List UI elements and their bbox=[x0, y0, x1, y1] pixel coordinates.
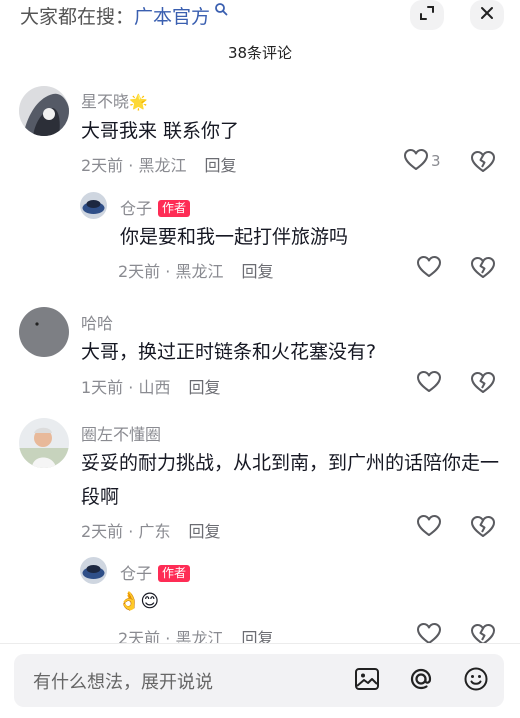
comment-location: 广东 bbox=[138, 522, 171, 541]
comment-location: 山西 bbox=[138, 378, 171, 397]
comment-time: 2天前 bbox=[81, 156, 124, 175]
star-emoji: 🌟 bbox=[129, 93, 148, 111]
avatar[interactable] bbox=[19, 418, 69, 468]
comment-text: 大哥我来 联系你了 bbox=[81, 120, 240, 142]
avatar[interactable] bbox=[80, 192, 107, 219]
avatar[interactable] bbox=[19, 307, 69, 357]
comment-author[interactable]: 仓子 作者 bbox=[120, 560, 191, 584]
comment-author[interactable]: 哈哈 bbox=[81, 310, 113, 334]
close-button[interactable] bbox=[470, 0, 504, 30]
search-keyword[interactable]: 广本官方 bbox=[134, 6, 210, 28]
dislike-button[interactable] bbox=[470, 256, 496, 282]
reply-button[interactable]: 回复 bbox=[241, 262, 273, 281]
heart-icon bbox=[403, 148, 429, 176]
comment-text: 👌😊 bbox=[118, 591, 160, 612]
dislike-button[interactable] bbox=[470, 150, 496, 176]
comment-location: 黑龙江 bbox=[138, 156, 187, 175]
comment-input-placeholder: 有什么想法，展开说说 bbox=[33, 672, 213, 693]
reply-button[interactable]: 回复 bbox=[204, 156, 236, 175]
emoji-button[interactable] bbox=[461, 666, 491, 696]
dislike-button[interactable] bbox=[470, 371, 496, 397]
image-icon bbox=[354, 667, 380, 695]
search-suggestion[interactable]: 大家都在搜：广本官方 bbox=[20, 2, 228, 29]
dislike-button[interactable] bbox=[470, 515, 496, 541]
comment-meta: 2天前 · 黑龙江 回复 bbox=[118, 262, 274, 281]
avatar[interactable] bbox=[80, 557, 107, 584]
top-bar: 大家都在搜：广本官方 bbox=[0, 0, 520, 32]
comment-author[interactable]: 仓子 作者 bbox=[120, 195, 191, 219]
broken-heart-icon bbox=[470, 151, 496, 178]
like-button[interactable] bbox=[416, 371, 446, 397]
reply-button[interactable]: 回复 bbox=[188, 378, 220, 397]
heart-icon bbox=[416, 370, 442, 398]
image-button[interactable] bbox=[352, 666, 382, 696]
comment-location: 黑龙江 bbox=[175, 262, 224, 281]
comment-input[interactable]: 有什么想法，展开说说 bbox=[14, 654, 504, 707]
expand-button[interactable] bbox=[410, 0, 444, 30]
like-button[interactable] bbox=[403, 149, 433, 175]
smile-icon bbox=[463, 666, 489, 696]
heart-icon bbox=[416, 255, 442, 283]
broken-heart-icon bbox=[470, 372, 496, 399]
comment-count: 38条评论 bbox=[227, 44, 293, 62]
comment-text: 大哥，换过正时链条和火花塞没有? bbox=[81, 341, 377, 363]
expand-icon bbox=[418, 4, 436, 26]
comment-input-bar: 有什么想法，展开说说 bbox=[0, 643, 520, 718]
comment-time: 2天前 bbox=[118, 262, 161, 281]
comment-author[interactable]: 圈左不懂圈 bbox=[81, 421, 161, 445]
search-icon bbox=[210, 3, 228, 20]
reply-button[interactable]: 回复 bbox=[188, 522, 220, 541]
author-badge: 作者 bbox=[158, 200, 191, 217]
comment-time: 2天前 bbox=[81, 522, 124, 541]
comment-text: 妥妥的耐力挑战，从北到南，到广州的话陪你走一段啊 bbox=[81, 452, 500, 508]
broken-heart-icon bbox=[470, 516, 496, 543]
like-button[interactable] bbox=[416, 256, 446, 282]
broken-heart-icon bbox=[470, 257, 496, 284]
avatar[interactable] bbox=[19, 86, 69, 136]
like-count: 3 bbox=[431, 152, 441, 170]
at-icon bbox=[408, 666, 434, 696]
search-prefix: 大家都在搜： bbox=[20, 6, 135, 28]
comment-time: 1天前 bbox=[81, 378, 124, 397]
comment-meta: 2天前 · 黑龙江 回复 bbox=[81, 156, 237, 175]
heart-icon bbox=[416, 514, 442, 542]
author-badge: 作者 bbox=[158, 565, 191, 582]
close-icon bbox=[479, 5, 495, 25]
comment-meta: 2天前 · 广东 回复 bbox=[81, 522, 221, 541]
comment-meta: 1天前 · 山西 回复 bbox=[81, 378, 221, 397]
comment-author[interactable]: 星不晓🌟 bbox=[81, 88, 148, 112]
comment-text: 你是要和我一起打伴旅游吗 bbox=[120, 226, 349, 248]
mention-button[interactable] bbox=[406, 666, 436, 696]
like-button[interactable] bbox=[416, 515, 446, 541]
